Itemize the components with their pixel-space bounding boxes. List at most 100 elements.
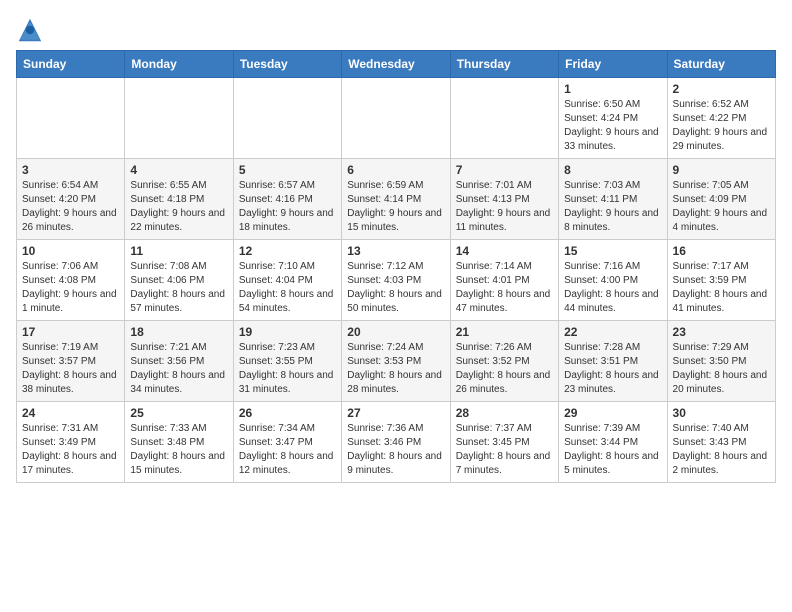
day-info: Sunrise: 7:34 AMSunset: 3:47 PMDaylight:… bbox=[239, 422, 336, 478]
day-info: Sunrise: 7:36 AMSunset: 3:46 PMDaylight:… bbox=[347, 422, 444, 478]
day-info: Sunrise: 6:50 AMSunset: 4:24 PMDaylight:… bbox=[564, 98, 661, 154]
calendar-cell: 5 Sunrise: 6:57 AMSunset: 4:16 PMDaylight… bbox=[233, 159, 341, 240]
calendar-cell bbox=[125, 78, 233, 159]
day-info: Sunrise: 7:06 AMSunset: 4:08 PMDaylight:… bbox=[22, 260, 119, 316]
calendar-header-row: SundayMondayTuesdayWednesdayThursdayFrid… bbox=[17, 51, 776, 78]
calendar-week-2: 3 Sunrise: 6:54 AMSunset: 4:20 PMDaylight… bbox=[17, 159, 776, 240]
day-number: 17 bbox=[22, 325, 119, 339]
day-info: Sunrise: 7:23 AMSunset: 3:55 PMDaylight:… bbox=[239, 341, 336, 397]
calendar-cell: 21 Sunrise: 7:26 AMSunset: 3:52 PMDayligh… bbox=[450, 321, 558, 402]
logo-icon bbox=[16, 16, 44, 44]
calendar-cell: 7 Sunrise: 7:01 AMSunset: 4:13 PMDaylight… bbox=[450, 159, 558, 240]
calendar-cell: 22 Sunrise: 7:28 AMSunset: 3:51 PMDayligh… bbox=[559, 321, 667, 402]
day-info: Sunrise: 7:14 AMSunset: 4:01 PMDaylight:… bbox=[456, 260, 553, 316]
day-number: 4 bbox=[130, 163, 227, 177]
day-number: 16 bbox=[673, 244, 770, 258]
calendar-cell: 10 Sunrise: 7:06 AMSunset: 4:08 PMDayligh… bbox=[17, 240, 125, 321]
calendar-week-4: 17Sunrise: 7:19 AMSunset: 3:57 PMDayligh… bbox=[17, 321, 776, 402]
day-number: 10 bbox=[22, 244, 119, 258]
calendar-cell: 26 Sunrise: 7:34 AMSunset: 3:47 PMDayligh… bbox=[233, 402, 341, 483]
day-number: 28 bbox=[456, 406, 553, 420]
day-info: Sunrise: 7:39 AMSunset: 3:44 PMDaylight:… bbox=[564, 422, 661, 478]
day-number: 24 bbox=[22, 406, 119, 420]
day-info: Sunrise: 7:37 AMSunset: 3:45 PMDaylight:… bbox=[456, 422, 553, 478]
day-number: 12 bbox=[239, 244, 336, 258]
calendar-cell: 13 Sunrise: 7:12 AMSunset: 4:03 PMDayligh… bbox=[342, 240, 450, 321]
calendar-cell: 14Sunrise: 7:14 AMSunset: 4:01 PMDayligh… bbox=[450, 240, 558, 321]
calendar-cell: 24Sunrise: 7:31 AMSunset: 3:49 PMDayligh… bbox=[17, 402, 125, 483]
calendar-cell: 18 Sunrise: 7:21 AMSunset: 3:56 PMDayligh… bbox=[125, 321, 233, 402]
day-info: Sunrise: 7:24 AMSunset: 3:53 PMDaylight:… bbox=[347, 341, 444, 397]
day-info: Sunrise: 7:05 AMSunset: 4:09 PMDaylight:… bbox=[673, 179, 770, 235]
calendar-week-5: 24Sunrise: 7:31 AMSunset: 3:49 PMDayligh… bbox=[17, 402, 776, 483]
day-number: 21 bbox=[456, 325, 553, 339]
page-header bbox=[16, 16, 776, 44]
day-info: Sunrise: 7:33 AMSunset: 3:48 PMDaylight:… bbox=[130, 422, 227, 478]
calendar-cell: 9 Sunrise: 7:05 AMSunset: 4:09 PMDaylight… bbox=[667, 159, 775, 240]
calendar-cell: 25 Sunrise: 7:33 AMSunset: 3:48 PMDayligh… bbox=[125, 402, 233, 483]
calendar-week-1: 1 Sunrise: 6:50 AMSunset: 4:24 PMDaylight… bbox=[17, 78, 776, 159]
calendar-cell: 3 Sunrise: 6:54 AMSunset: 4:20 PMDaylight… bbox=[17, 159, 125, 240]
day-info: Sunrise: 7:01 AMSunset: 4:13 PMDaylight:… bbox=[456, 179, 553, 235]
day-number: 15 bbox=[564, 244, 661, 258]
calendar-cell: 1 Sunrise: 6:50 AMSunset: 4:24 PMDaylight… bbox=[559, 78, 667, 159]
day-number: 6 bbox=[347, 163, 444, 177]
day-number: 9 bbox=[673, 163, 770, 177]
calendar-cell bbox=[233, 78, 341, 159]
day-info: Sunrise: 6:55 AMSunset: 4:18 PMDaylight:… bbox=[130, 179, 227, 235]
day-info: Sunrise: 7:17 AMSunset: 3:59 PMDaylight:… bbox=[673, 260, 770, 316]
day-number: 8 bbox=[564, 163, 661, 177]
calendar-cell bbox=[17, 78, 125, 159]
day-number: 5 bbox=[239, 163, 336, 177]
day-number: 2 bbox=[673, 82, 770, 96]
calendar-cell: 6 Sunrise: 6:59 AMSunset: 4:14 PMDaylight… bbox=[342, 159, 450, 240]
day-number: 18 bbox=[130, 325, 227, 339]
day-info: Sunrise: 7:16 AMSunset: 4:00 PMDaylight:… bbox=[564, 260, 661, 316]
day-info: Sunrise: 7:12 AMSunset: 4:03 PMDaylight:… bbox=[347, 260, 444, 316]
day-number: 26 bbox=[239, 406, 336, 420]
calendar-week-3: 10 Sunrise: 7:06 AMSunset: 4:08 PMDayligh… bbox=[17, 240, 776, 321]
calendar-cell: 2 Sunrise: 6:52 AMSunset: 4:22 PMDaylight… bbox=[667, 78, 775, 159]
day-number: 1 bbox=[564, 82, 661, 96]
calendar-cell: 27 Sunrise: 7:36 AMSunset: 3:46 PMDayligh… bbox=[342, 402, 450, 483]
day-info: Sunrise: 7:26 AMSunset: 3:52 PMDaylight:… bbox=[456, 341, 553, 397]
calendar-cell: 12 Sunrise: 7:10 AMSunset: 4:04 PMDayligh… bbox=[233, 240, 341, 321]
day-number: 25 bbox=[130, 406, 227, 420]
calendar-cell: 16 Sunrise: 7:17 AMSunset: 3:59 PMDayligh… bbox=[667, 240, 775, 321]
day-info: Sunrise: 7:03 AMSunset: 4:11 PMDaylight:… bbox=[564, 179, 661, 235]
calendar-table: SundayMondayTuesdayWednesdayThursdayFrid… bbox=[16, 50, 776, 483]
calendar-cell: 29 Sunrise: 7:39 AMSunset: 3:44 PMDayligh… bbox=[559, 402, 667, 483]
day-number: 20 bbox=[347, 325, 444, 339]
day-info: Sunrise: 7:40 AMSunset: 3:43 PMDaylight:… bbox=[673, 422, 770, 478]
day-info: Sunrise: 6:52 AMSunset: 4:22 PMDaylight:… bbox=[673, 98, 770, 154]
logo bbox=[16, 16, 48, 44]
day-number: 11 bbox=[130, 244, 227, 258]
header-tuesday: Tuesday bbox=[233, 51, 341, 78]
day-info: Sunrise: 6:57 AMSunset: 4:16 PMDaylight:… bbox=[239, 179, 336, 235]
day-number: 29 bbox=[564, 406, 661, 420]
day-number: 30 bbox=[673, 406, 770, 420]
day-number: 13 bbox=[347, 244, 444, 258]
header-wednesday: Wednesday bbox=[342, 51, 450, 78]
day-info: Sunrise: 7:10 AMSunset: 4:04 PMDaylight:… bbox=[239, 260, 336, 316]
header-sunday: Sunday bbox=[17, 51, 125, 78]
day-number: 23 bbox=[673, 325, 770, 339]
calendar-cell: 30 Sunrise: 7:40 AMSunset: 3:43 PMDayligh… bbox=[667, 402, 775, 483]
calendar-cell: 23Sunrise: 7:29 AMSunset: 3:50 PMDayligh… bbox=[667, 321, 775, 402]
calendar-cell bbox=[450, 78, 558, 159]
day-info: Sunrise: 6:59 AMSunset: 4:14 PMDaylight:… bbox=[347, 179, 444, 235]
day-number: 22 bbox=[564, 325, 661, 339]
day-number: 27 bbox=[347, 406, 444, 420]
day-number: 7 bbox=[456, 163, 553, 177]
calendar-cell: 11Sunrise: 7:08 AMSunset: 4:06 PMDayligh… bbox=[125, 240, 233, 321]
calendar-cell: 8 Sunrise: 7:03 AMSunset: 4:11 PMDaylight… bbox=[559, 159, 667, 240]
day-info: Sunrise: 7:21 AMSunset: 3:56 PMDaylight:… bbox=[130, 341, 227, 397]
header-friday: Friday bbox=[559, 51, 667, 78]
header-saturday: Saturday bbox=[667, 51, 775, 78]
calendar-cell: 28 Sunrise: 7:37 AMSunset: 3:45 PMDayligh… bbox=[450, 402, 558, 483]
day-number: 3 bbox=[22, 163, 119, 177]
day-info: Sunrise: 7:28 AMSunset: 3:51 PMDaylight:… bbox=[564, 341, 661, 397]
header-thursday: Thursday bbox=[450, 51, 558, 78]
calendar-cell: 4 Sunrise: 6:55 AMSunset: 4:18 PMDaylight… bbox=[125, 159, 233, 240]
day-info: Sunrise: 6:54 AMSunset: 4:20 PMDaylight:… bbox=[22, 179, 119, 235]
